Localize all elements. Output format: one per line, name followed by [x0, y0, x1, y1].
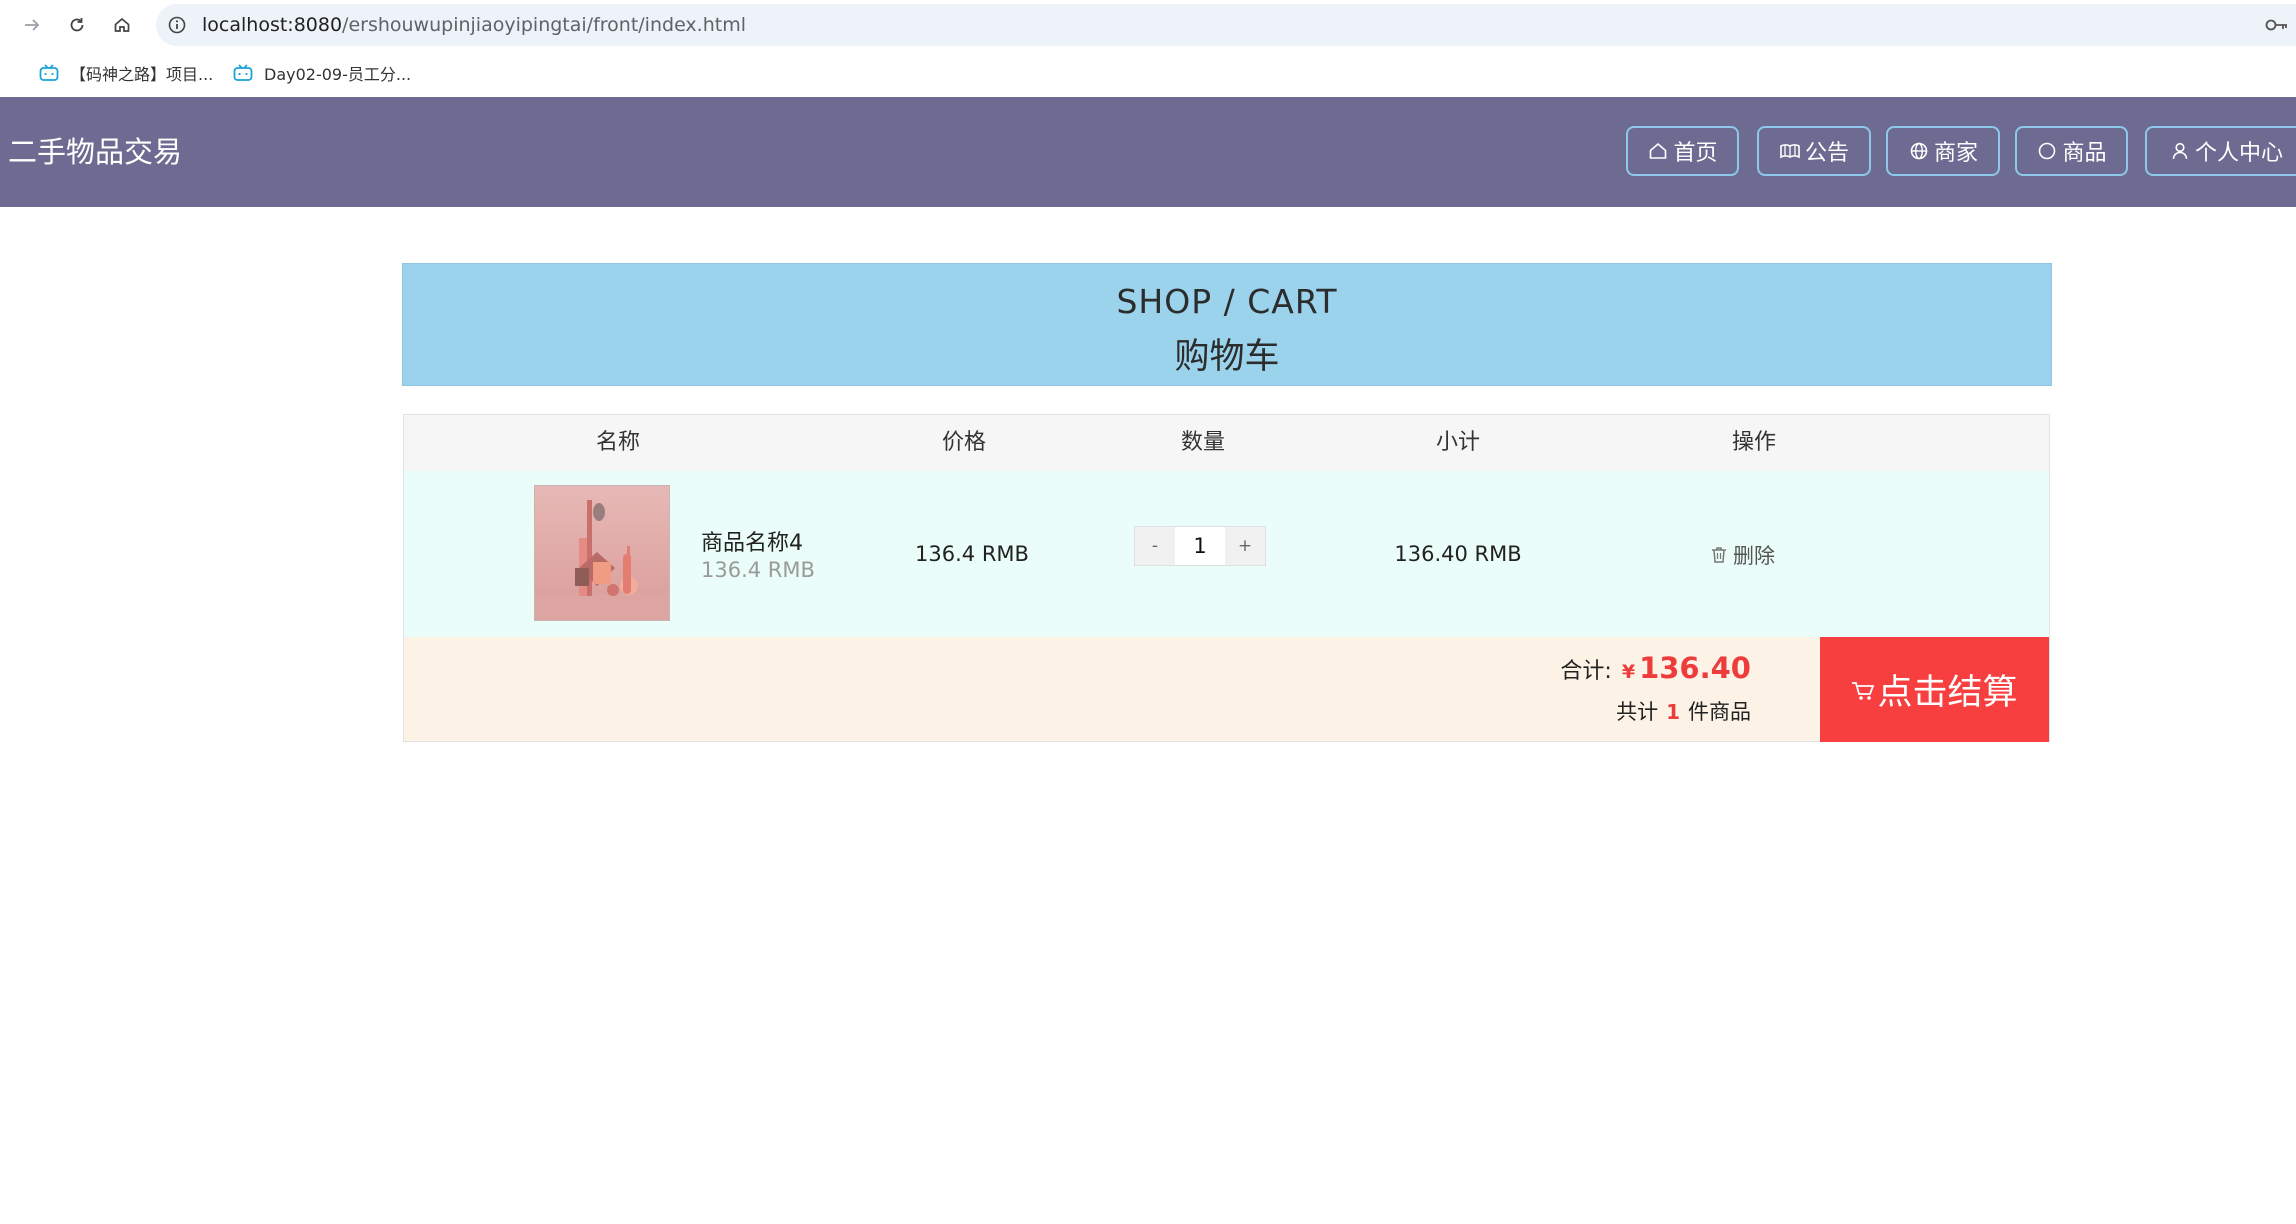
column-header-price: 价格	[941, 430, 987, 455]
cart-summary: 合计: ¥ 136.40 共计 1 件商品 点击结算	[404, 637, 2049, 742]
site-title: 二手物品交易	[8, 135, 183, 169]
checkout-label: 点击结算	[1877, 673, 2018, 713]
trash-icon	[1712, 547, 1726, 563]
nav-label: 商品	[2062, 141, 2107, 166]
book-icon	[1779, 140, 1801, 162]
home-button[interactable]	[108, 11, 136, 39]
decrement-button[interactable]: -	[1135, 527, 1175, 565]
quantity-input[interactable]	[1175, 527, 1225, 565]
bookmark-item[interactable]: 【码神之路】项目...	[38, 60, 213, 86]
column-header-actions: 操作	[1731, 430, 1777, 455]
item-subtotal: 136.40 RMB	[1394, 542, 1522, 566]
product-name[interactable]: 商品名称4	[701, 525, 803, 557]
cart-table-header: 名称 价格 数量 小计 操作	[404, 415, 2049, 472]
product-thumbnail[interactable]	[534, 485, 670, 621]
bilibili-icon	[232, 63, 254, 83]
bookmark-label: Day02-09-员工分...	[264, 65, 412, 84]
checkout-button[interactable]: 点击结算	[1820, 637, 2049, 742]
reload-icon	[70, 18, 84, 32]
address-bar[interactable]: localhost:8080/ershouwupinjiaoyipingtai/…	[156, 4, 2296, 46]
forward-button[interactable]	[18, 11, 46, 39]
quantity-stepper: - +	[1134, 526, 1266, 566]
total-line: 合计: ¥ 136.40	[1560, 651, 1751, 685]
browser-toolbar: localhost:8080/ershouwupinjiaoyipingtai/…	[0, 0, 2296, 50]
product-unit-price: 136.4 RMB	[701, 558, 815, 582]
nav-products-button[interactable]: 商品	[2015, 126, 2128, 176]
home-icon	[114, 17, 130, 32]
nav-profile-button[interactable]: 个人中心	[2145, 126, 2296, 176]
banner-title-cn: 购物车	[1174, 337, 1280, 377]
reload-button[interactable]	[63, 11, 91, 39]
nav-notice-button[interactable]: 公告	[1757, 126, 1871, 176]
column-header-subtotal: 小计	[1435, 430, 1481, 455]
nav-home-button[interactable]: 首页	[1626, 126, 1739, 176]
item-count-line: 共计 1 件商品	[1616, 696, 1751, 726]
circle-icon	[2036, 140, 2058, 162]
cart-item-row: 商品名称4 136.4 RMB 136.4 RMB - + 136.40 RMB…	[404, 471, 2049, 638]
bookmark-item[interactable]: Day02-09-员工分...	[232, 60, 411, 86]
nav-label: 个人中心	[2195, 141, 2284, 166]
nav-merchant-button[interactable]: 商家	[1886, 126, 2000, 176]
bookmark-label: 【码神之路】项目...	[70, 65, 214, 84]
nav-label: 公告	[1804, 141, 1849, 166]
banner-title-en: SHOP / CART	[1116, 282, 1338, 321]
count-prefix: 共计	[1616, 700, 1659, 724]
nav-label: 商家	[1933, 141, 1978, 166]
page-banner: SHOP / CART 购物车	[402, 263, 2052, 386]
delete-button[interactable]: 删除	[1711, 541, 1775, 569]
arrow-right-icon	[25, 19, 40, 31]
password-key-icon[interactable]	[2264, 14, 2290, 36]
bilibili-icon	[38, 63, 60, 83]
increment-button[interactable]: +	[1225, 527, 1265, 565]
url-text: localhost:8080/ershouwupinjiaoyipingtai/…	[202, 4, 746, 46]
cart-icon	[1852, 681, 1875, 700]
total-amount: 136.40	[1639, 651, 1751, 685]
column-header-name: 名称	[595, 430, 641, 455]
site-header: 二手物品交易 首页 公告 商家 商品 个人中心	[0, 97, 2296, 207]
currency-symbol: ¥	[1621, 661, 1636, 683]
url-host: localhost:8080	[202, 14, 343, 36]
url-path: /ershouwupinjiaoyipingtai/front/index.ht…	[342, 14, 746, 36]
home-icon	[1647, 140, 1669, 162]
item-count: 1	[1666, 700, 1680, 724]
info-icon[interactable]	[166, 14, 188, 36]
user-icon	[2169, 140, 2191, 162]
nav-label: 首页	[1673, 141, 1718, 166]
total-label: 合计:	[1560, 659, 1612, 684]
bookmarks-bar: 【码神之路】项目... Day02-09-员工分...	[0, 50, 2296, 124]
globe-icon	[1908, 140, 1930, 162]
cart-table: 名称 价格 数量 小计 操作 商品名称4 136.4 RMB 136.4 RMB…	[403, 414, 2050, 742]
column-header-quantity: 数量	[1180, 430, 1226, 455]
item-price: 136.4 RMB	[915, 542, 1029, 566]
count-suffix: 件商品	[1688, 700, 1751, 724]
delete-label: 删除	[1733, 544, 1775, 568]
